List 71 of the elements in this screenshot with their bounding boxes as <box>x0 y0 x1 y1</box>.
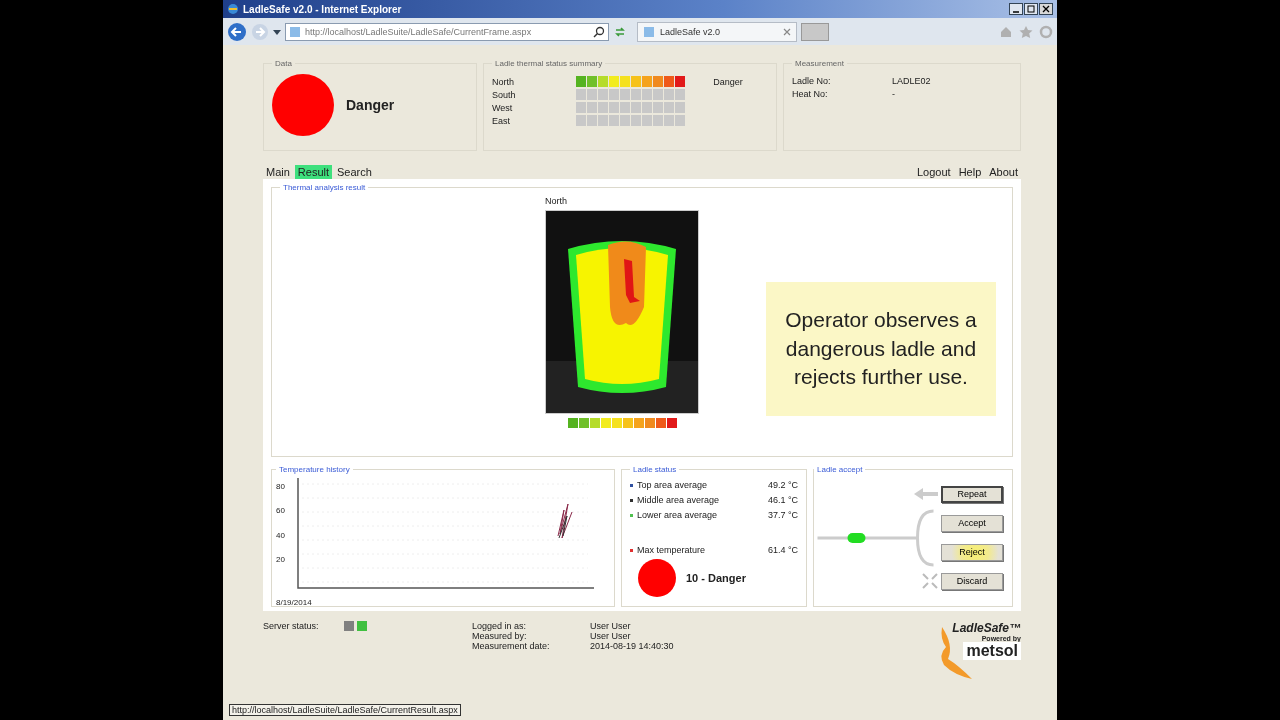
window-title: LadleSafe v2.0 - Internet Explorer <box>243 3 403 15</box>
star-icon <box>1019 24 1033 39</box>
panel-legend: Data <box>272 59 295 68</box>
page-icon <box>643 25 655 38</box>
axis-label: 80 <box>276 482 286 491</box>
info-label: Measured by: <box>472 631 528 641</box>
side-label: North <box>492 76 515 87</box>
server-status-label: Server status: <box>263 621 319 631</box>
collapse-icon <box>922 573 938 589</box>
forward-icon <box>251 22 269 41</box>
axis-label: 60 <box>276 506 286 516</box>
search-icon <box>593 25 605 38</box>
reading-label: Top area average <box>637 480 709 490</box>
reading-label: Max temperature <box>637 545 707 555</box>
info-value: User User <box>590 621 632 631</box>
side-label: East <box>492 115 511 126</box>
app-icon <box>227 3 239 15</box>
close-tab-icon <box>783 27 791 36</box>
axis-label: 8/19/2014 <box>276 598 313 607</box>
info-value: User User <box>590 631 632 641</box>
callout-note: Operator observes a dangerous ladle and rejects further use. <box>766 282 996 416</box>
panel-legend: Ladle accept <box>814 465 866 474</box>
settings-icon <box>1039 24 1053 39</box>
field-label: Heat No: <box>792 89 829 99</box>
back-icon <box>227 21 247 42</box>
nav-tab[interactable]: Main <box>263 165 293 179</box>
page-icon <box>289 25 301 38</box>
panel-legend: Ladle status <box>630 465 680 474</box>
status-url: http://localhost/LadleSuite/LadleSafe/CurrentResult.aspx <box>229 704 461 716</box>
reading-value: 49.2 °C <box>767 480 798 490</box>
accept-button[interactable]: Accept <box>941 514 1003 532</box>
browser-tab[interactable]: LadleSafe v2.0 <box>637 21 797 42</box>
reading-value: 61.4 °C <box>767 545 798 555</box>
refresh-icon <box>613 24 627 39</box>
field-label: Ladle No: <box>792 76 832 86</box>
reading-value: 46.1 °C <box>767 495 798 505</box>
side-label: South <box>492 89 517 100</box>
brand-name: LadleSafe™ <box>952 621 1021 635</box>
panel-legend: Temperature history <box>276 465 353 474</box>
home-icon <box>999 24 1013 39</box>
company-logo: metsol <box>963 642 1021 660</box>
repeat-button[interactable]: Repeat <box>941 485 1003 503</box>
arrow-icon <box>914 488 938 500</box>
panel-legend: Thermal analysis result <box>280 183 369 192</box>
view-label: North <box>545 196 567 206</box>
panel-legend: Measurement <box>792 59 847 68</box>
side-label: West <box>492 102 514 113</box>
nav-tab[interactable]: Search <box>334 165 375 179</box>
new-tab-button[interactable] <box>801 22 829 41</box>
axis-label: 40 <box>276 530 286 540</box>
axis-label: 20 <box>276 555 286 564</box>
address-field[interactable]: http://localhost/LadleSuite/LadleSafe/CurrentFrame.aspx <box>285 22 609 41</box>
discard-button[interactable]: Discard <box>941 572 1003 590</box>
field-value: LADLE02 <box>892 76 932 86</box>
status-label: 10 - Danger <box>686 572 746 584</box>
reject-button[interactable]: Reject <box>941 543 1003 561</box>
info-label: Measurement date: <box>472 641 551 651</box>
nav-link[interactable]: Help <box>955 165 985 179</box>
reading-value: 37.7 °C <box>767 510 798 520</box>
field-value: - <box>892 89 896 99</box>
reading-label: Middle area average <box>637 495 721 505</box>
panel-legend: Ladle thermal status summary <box>492 59 606 68</box>
status-label: Danger <box>346 97 395 113</box>
nav-tab[interactable]: Result <box>294 165 333 179</box>
nav-link[interactable]: About <box>986 165 1021 179</box>
nav-link[interactable]: Logout <box>913 165 954 179</box>
info-value: 2014-08-19 14:40:30 <box>590 641 675 651</box>
row-status: Danger <box>713 76 744 87</box>
dropdown-icon <box>273 27 281 36</box>
reading-label: Lower area average <box>637 510 719 520</box>
info-label: Logged in as: <box>472 621 528 631</box>
